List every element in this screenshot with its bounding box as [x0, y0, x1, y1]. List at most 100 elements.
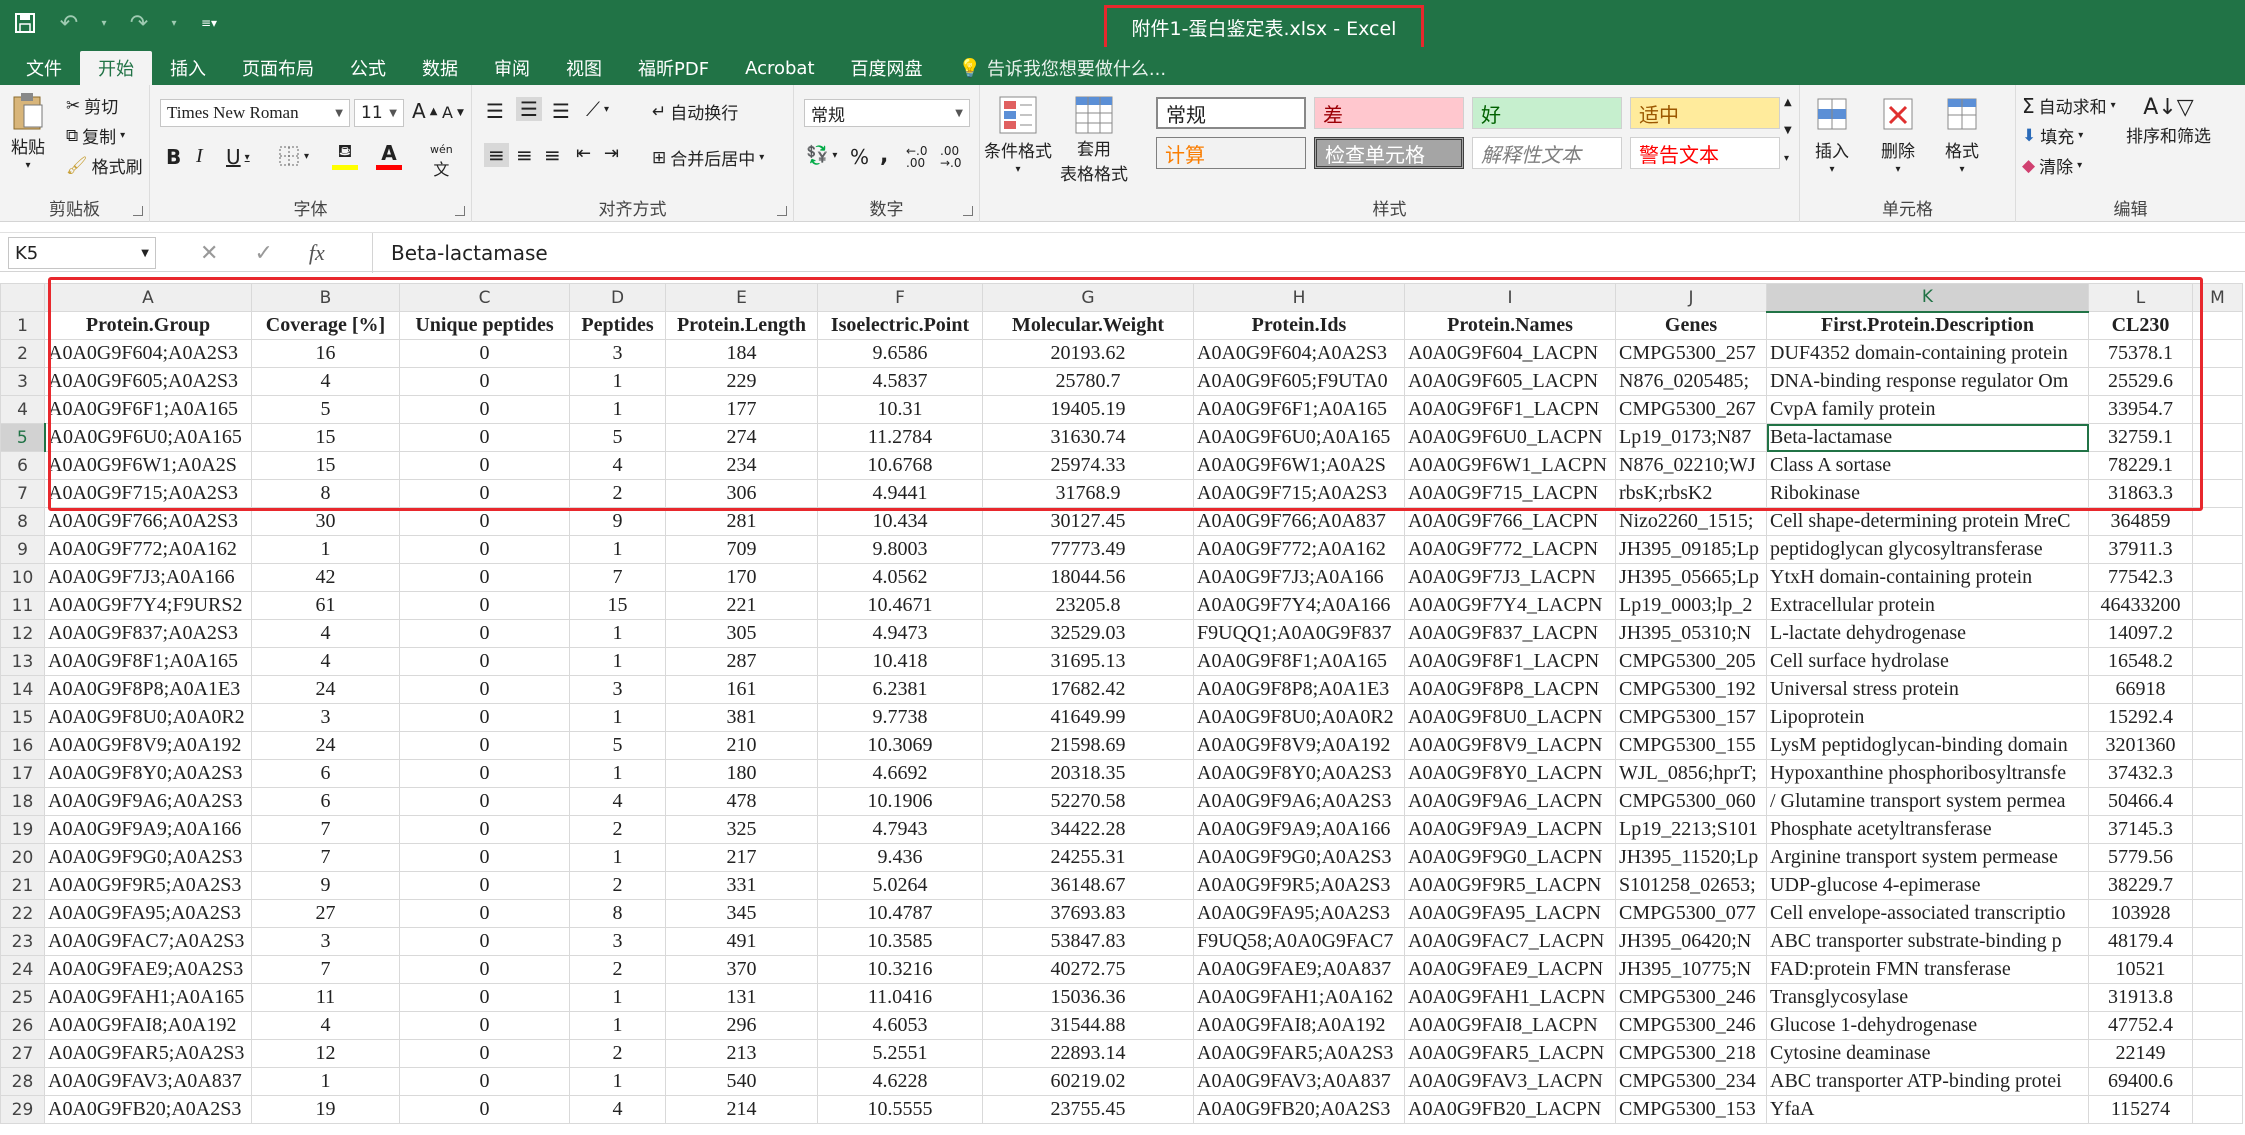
table-cell[interactable]: A0A0G9FAH1;A0A162 [1193, 983, 1405, 1012]
header-cell[interactable]: Protein.Group [44, 311, 252, 340]
formula-input[interactable]: Beta-lactamase [372, 233, 548, 273]
table-cell[interactable]: 9.436 [817, 843, 983, 872]
table-cell[interactable]: 4 [251, 367, 400, 396]
table-cell[interactable]: N876_0205485; [1615, 367, 1767, 396]
table-cell[interactable]: 4.7943 [817, 815, 983, 844]
table-cell[interactable]: 0 [399, 451, 570, 480]
table-cell[interactable]: 7 [569, 563, 666, 592]
table-cell[interactable]: A0A0G9F7J3;A0A166 [44, 563, 252, 592]
row-header[interactable]: 9 [0, 535, 45, 564]
table-cell[interactable]: 306 [665, 479, 818, 508]
table-cell[interactable]: CMPG5300_060 [1615, 787, 1767, 816]
table-cell[interactable]: A0A0G9FAI8;A0A192 [1193, 1011, 1405, 1040]
tab-review[interactable]: 审阅 [476, 51, 548, 85]
row-header[interactable]: 27 [0, 1039, 45, 1068]
align-top-button[interactable]: ☰ [486, 99, 504, 123]
row-header[interactable]: 23 [0, 927, 45, 956]
copy-button[interactable]: ⧉ 复制 ▾ [66, 123, 125, 149]
font-color-button[interactable]: A [376, 141, 402, 170]
table-cell[interactable]: Cell shape-determining protein MreC [1766, 507, 2089, 536]
table-cell[interactable]: A0A0G9F766_LACPN [1404, 507, 1616, 536]
table-cell[interactable] [2192, 479, 2243, 508]
style-calculation[interactable]: 计算 [1156, 137, 1306, 169]
table-cell[interactable]: 31913.8 [2088, 983, 2193, 1012]
table-cell[interactable]: 9 [569, 507, 666, 536]
table-cell[interactable]: CMPG5300_157 [1615, 703, 1767, 732]
table-cell[interactable]: 0 [399, 1067, 570, 1096]
table-cell[interactable]: 229 [665, 367, 818, 396]
table-cell[interactable]: 4.6228 [817, 1067, 983, 1096]
table-cell[interactable]: 23755.45 [982, 1095, 1194, 1124]
table-cell[interactable] [2192, 955, 2243, 984]
table-cell[interactable] [2192, 675, 2243, 704]
table-cell[interactable]: 47752.4 [2088, 1011, 2193, 1040]
table-cell[interactable]: 7 [251, 955, 400, 984]
header-cell[interactable]: Isoelectric.Point [817, 311, 983, 340]
table-cell[interactable]: CMPG5300_267 [1615, 395, 1767, 424]
table-cell[interactable]: A0A0G9FAV3;A0A837 [1193, 1067, 1405, 1096]
table-cell[interactable]: A0A0G9F8V9_LACPN [1404, 731, 1616, 760]
table-cell[interactable]: A0A0G9FB20;A0A2S3 [44, 1095, 252, 1124]
table-cell[interactable]: Glucose 1-dehydrogenase [1766, 1011, 2089, 1040]
table-cell[interactable]: Extracellular protein [1766, 591, 2089, 620]
table-cell[interactable]: 9.7738 [817, 703, 983, 732]
table-cell[interactable] [2192, 451, 2243, 480]
table-cell[interactable]: 9 [251, 871, 400, 900]
row-header[interactable]: 4 [0, 395, 45, 424]
header-cell[interactable]: Unique peptides [399, 311, 570, 340]
table-cell[interactable]: A0A0G9FAR5_LACPN [1404, 1039, 1616, 1068]
column-header-g[interactable]: G [982, 283, 1194, 312]
table-cell[interactable]: A0A0G9F9A9;A0A166 [1193, 815, 1405, 844]
table-cell[interactable]: 10.1906 [817, 787, 983, 816]
table-cell[interactable]: 22893.14 [982, 1039, 1194, 1068]
table-cell[interactable]: A0A0G9F605;A0A2S3 [44, 367, 252, 396]
table-cell[interactable]: 0 [399, 563, 570, 592]
delete-cells-button[interactable]: 删除 ▾ [1880, 95, 1916, 175]
table-cell[interactable]: A0A0G9F6W1;A0A2S [1193, 451, 1405, 480]
table-cell[interactable]: LysM peptidoglycan-binding domain [1766, 731, 2089, 760]
insert-function-icon[interactable]: fx [309, 240, 325, 266]
table-cell[interactable]: 5 [251, 395, 400, 424]
tab-page-layout[interactable]: 页面布局 [224, 51, 332, 85]
table-cell[interactable]: rbsK;rbsK2 [1615, 479, 1767, 508]
table-cell[interactable]: 3 [569, 927, 666, 956]
table-cell[interactable]: 37432.3 [2088, 759, 2193, 788]
table-cell[interactable]: A0A0G9FAV3_LACPN [1404, 1067, 1616, 1096]
table-cell[interactable]: CMPG5300_257 [1615, 339, 1767, 368]
table-cell[interactable]: A0A0G9F8U0;A0A0R2 [44, 703, 252, 732]
table-cell[interactable]: A0A0G9F772;A0A162 [44, 535, 252, 564]
table-cell[interactable]: 0 [399, 535, 570, 564]
table-cell[interactable] [2192, 899, 2243, 928]
table-cell[interactable]: 17682.42 [982, 675, 1194, 704]
table-cell[interactable]: 0 [399, 1039, 570, 1068]
table-cell[interactable] [2192, 563, 2243, 592]
table-cell[interactable]: YfaA [1766, 1095, 2089, 1124]
column-header-h[interactable]: H [1193, 283, 1405, 312]
bold-button[interactable]: B [166, 145, 181, 169]
table-cell[interactable]: 6.2381 [817, 675, 983, 704]
table-cell[interactable]: 32759.1 [2088, 423, 2193, 452]
table-cell[interactable]: 4.9441 [817, 479, 983, 508]
table-cell[interactable]: A0A0G9F9R5;A0A2S3 [1193, 871, 1405, 900]
table-cell[interactable]: A0A0G9F9A6;A0A2S3 [44, 787, 252, 816]
table-cell[interactable]: 1 [569, 647, 666, 676]
table-cell[interactable]: 478 [665, 787, 818, 816]
table-cell[interactable]: 221 [665, 591, 818, 620]
table-cell[interactable]: A0A0G9F7J3;A0A166 [1193, 563, 1405, 592]
table-cell[interactable] [2192, 703, 2243, 732]
align-bottom-button[interactable]: ☰ [552, 99, 570, 123]
table-cell[interactable]: 11.2784 [817, 423, 983, 452]
select-all-corner[interactable] [0, 283, 45, 312]
column-header-c[interactable]: C [399, 283, 570, 312]
clipboard-launcher-icon[interactable] [133, 206, 143, 216]
table-cell[interactable]: 2 [569, 871, 666, 900]
table-cell[interactable]: 25529.6 [2088, 367, 2193, 396]
table-cell[interactable]: 1 [569, 1067, 666, 1096]
table-cell[interactable]: 3201360 [2088, 731, 2193, 760]
column-header-j[interactable]: J [1615, 283, 1767, 312]
table-cell[interactable]: 77542.3 [2088, 563, 2193, 592]
column-header-b[interactable]: B [251, 283, 400, 312]
table-cell[interactable]: A0A0G9FAC7;A0A2S3 [44, 927, 252, 956]
style-explanatory[interactable]: 解释性文本 [1472, 137, 1622, 169]
table-cell[interactable]: 2 [569, 1039, 666, 1068]
